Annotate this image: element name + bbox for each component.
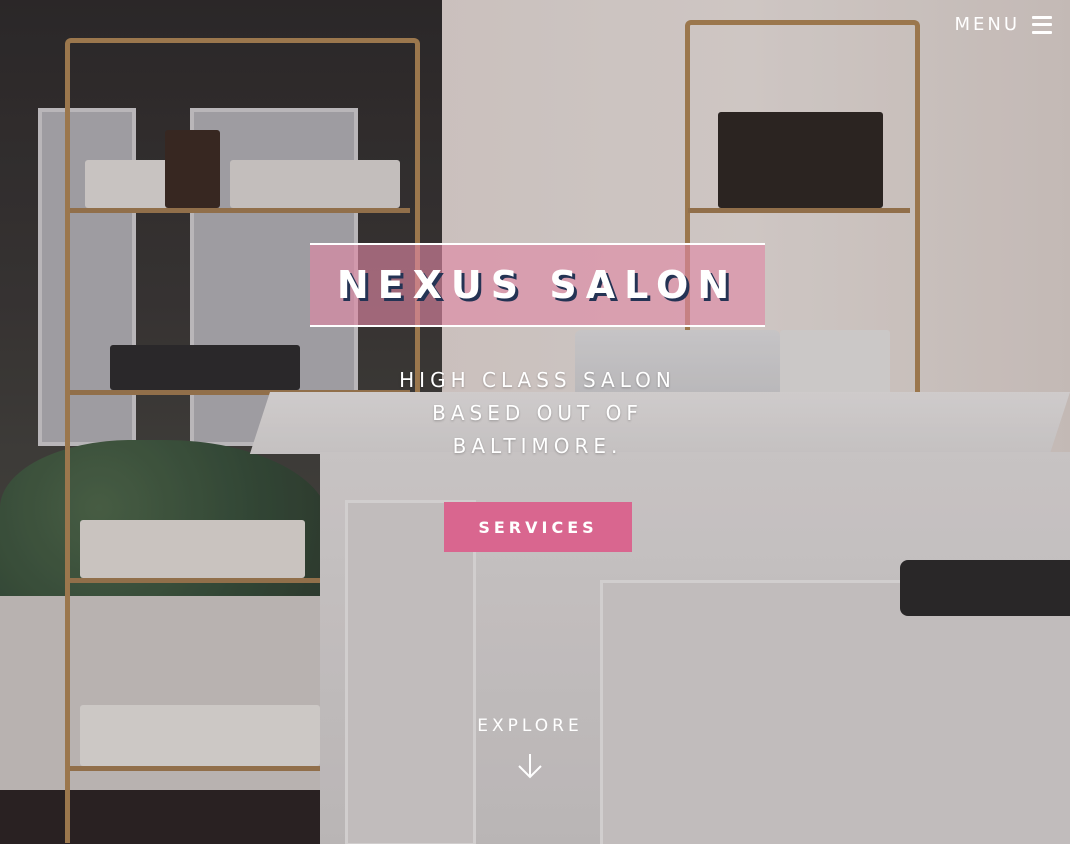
explore-label: EXPLORE	[477, 716, 583, 736]
site-title: NEXUS SALON	[336, 263, 739, 307]
site-title-box: NEXUS SALON	[310, 243, 765, 327]
explore-link[interactable]: EXPLORE	[430, 716, 630, 780]
hero-tagline: HIGH CLASS SALON BASED OUT OF BALTIMORE.	[399, 368, 676, 458]
hamburger-icon	[1032, 15, 1052, 34]
menu-button[interactable]: MENU	[954, 14, 1052, 35]
services-button[interactable]: SERVICES	[444, 502, 632, 552]
menu-label: MENU	[954, 14, 1020, 35]
arrow-down-icon	[518, 754, 542, 779]
